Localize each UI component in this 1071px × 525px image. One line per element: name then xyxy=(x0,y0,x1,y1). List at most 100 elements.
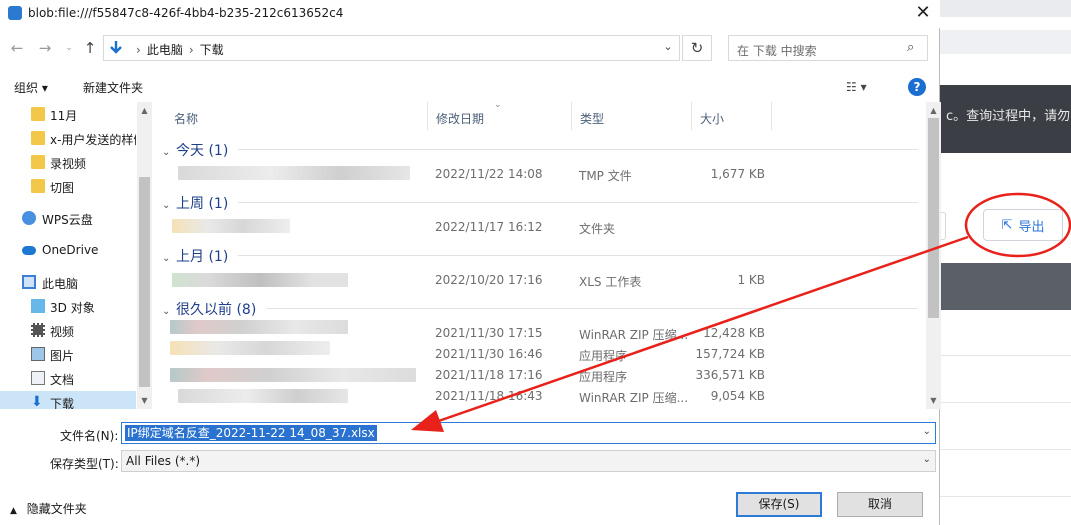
group-divider xyxy=(266,308,918,309)
file-date: 2021/11/30 17:15 xyxy=(435,326,543,340)
column-header-size[interactable]: 大小 xyxy=(692,102,772,130)
share-icon: ⇱ xyxy=(1001,217,1013,233)
nav-item-label: 11月 xyxy=(50,109,78,123)
file-size: 1,677 KB xyxy=(710,167,765,181)
nav-item-videos[interactable]: 视频 xyxy=(0,319,136,343)
bg-row-divider xyxy=(940,449,1071,450)
nav-item-label: 下载 xyxy=(50,397,75,409)
nav-pane-scrollbar[interactable]: ▲ ▼ xyxy=(137,102,152,409)
window-title: blob:file:///f55847c8-426f-4bb4-b235-212… xyxy=(28,6,344,20)
close-icon[interactable]: ✕ xyxy=(908,2,938,26)
column-header-name[interactable]: 名称 xyxy=(166,102,428,130)
group-header-last-month[interactable]: ⌄ 上月 (1) xyxy=(162,246,228,266)
nav-item-downloads[interactable]: ⬇ 下载 xyxy=(0,391,136,409)
scrollbar-thumb[interactable] xyxy=(928,118,939,318)
bg-row-divider xyxy=(940,402,1071,403)
file-date: 2021/11/18 16:43 xyxy=(435,389,543,403)
nav-item-recordings[interactable]: 录视频 xyxy=(0,151,136,175)
save-button[interactable]: 保存(S) xyxy=(736,492,822,517)
recent-locations-icon[interactable]: ⌄ xyxy=(60,38,78,58)
group-header-long-ago[interactable]: ⌄ 很久以前 (8) xyxy=(162,299,256,319)
pictures-icon xyxy=(31,347,45,361)
filename-label: 文件名(N): xyxy=(60,429,119,443)
help-icon[interactable]: ? xyxy=(908,78,926,96)
nav-item-label: 录视频 xyxy=(50,157,87,171)
file-size: 1 KB xyxy=(737,273,765,287)
download-icon: ⬇ xyxy=(31,394,43,409)
nav-item-onedrive[interactable]: OneDrive xyxy=(0,239,136,263)
scroll-down-arrow-icon[interactable]: ▼ xyxy=(928,396,939,405)
forward-arrow-icon[interactable]: → xyxy=(36,38,54,58)
group-label: 上月 (1) xyxy=(176,249,229,265)
nav-item-3d-objects[interactable]: 3D 对象 xyxy=(0,295,136,319)
organize-menu[interactable]: 组织 ▾ xyxy=(14,79,48,96)
blurred-filename xyxy=(172,273,348,287)
nav-item-slices[interactable]: 切图 xyxy=(0,175,136,199)
breadcrumb-downloads[interactable]: 下载 xyxy=(200,43,224,57)
folder-icon xyxy=(31,179,45,193)
group-header-today[interactable]: ⌄ 今天 (1) xyxy=(162,140,228,160)
save-file-dialog: blob:file:///f55847c8-426f-4bb4-b235-212… xyxy=(0,0,941,525)
nav-item-wps-cloud[interactable]: WPS云盘 xyxy=(0,207,136,231)
breadcrumb-this-pc[interactable]: 此电脑 xyxy=(147,43,183,57)
bg-notice-banner: c。查询过程中，请勿 xyxy=(940,85,1071,153)
filetype-select[interactable]: All Files (*.*) ⌄ xyxy=(121,450,936,472)
download-folder-icon xyxy=(110,41,122,54)
export-button[interactable]: ⇱ 导出 xyxy=(983,209,1063,241)
filename-input[interactable]: IP绑定域名反查_2022-11-22 14_08_37.xlsx ⌄ xyxy=(121,422,936,444)
file-size: 12,428 KB xyxy=(703,326,765,340)
nav-item-documents[interactable]: 文档 xyxy=(0,367,136,391)
new-folder-button[interactable]: 新建文件夹 xyxy=(83,79,143,96)
refresh-icon[interactable]: ↻ xyxy=(682,35,712,61)
3d-objects-icon xyxy=(31,299,45,313)
file-list-scrollbar[interactable]: ▲ ▼ xyxy=(926,102,941,409)
nav-item-this-pc[interactable]: 此电脑 xyxy=(0,271,136,295)
nav-item-samples[interactable]: x-用户发送的样例 xyxy=(0,127,136,151)
folder-icon xyxy=(31,155,45,169)
file-date: 2021/11/18 17:16 xyxy=(435,368,543,382)
back-arrow-icon[interactable]: ← xyxy=(8,38,26,58)
cloud-icon xyxy=(22,211,36,225)
chevron-down-icon[interactable]: ⌄ xyxy=(923,426,931,437)
blurred-filename xyxy=(178,389,348,403)
chevron-down-icon[interactable]: ⌄ xyxy=(923,454,931,465)
nav-item-label: 3D 对象 xyxy=(50,301,95,315)
group-label: 今天 (1) xyxy=(176,143,229,159)
chevron-down-icon[interactable]: ⌄ xyxy=(659,40,677,53)
folder-icon xyxy=(31,107,45,121)
nav-item-label: 文档 xyxy=(50,373,75,387)
navigation-bar: ← → ⌄ ↑ › 此电脑 › 下载 ⌄ ↻ 在 下载 中搜索 ⌕ xyxy=(0,30,940,66)
chevron-up-icon: ▲ xyxy=(10,506,17,516)
command-bar: 组织 ▾ 新建文件夹 ☷ ▾ ? xyxy=(0,72,940,100)
filetype-value: All Files (*.*) xyxy=(126,454,201,468)
blurred-filename xyxy=(178,166,410,180)
nav-item-label: 此电脑 xyxy=(42,277,79,291)
navigation-pane: 11月 x-用户发送的样例 录视频 切图 WPS云盘 OneDrive 此电脑 xyxy=(0,102,152,409)
chevron-down-icon: ⌄ xyxy=(162,147,171,158)
view-options-icon[interactable]: ☷ ▾ xyxy=(846,80,867,94)
app-icon xyxy=(8,6,22,20)
breadcrumb: › 此电脑 › 下载 xyxy=(136,43,224,57)
up-arrow-icon[interactable]: ↑ xyxy=(81,38,99,58)
scroll-up-arrow-icon[interactable]: ▲ xyxy=(928,106,939,115)
nav-item-pictures[interactable]: 图片 xyxy=(0,343,136,367)
column-header-type[interactable]: 类型 xyxy=(572,102,692,130)
file-type: TMP 文件 xyxy=(579,169,632,183)
cancel-button[interactable]: 取消 xyxy=(837,492,923,517)
address-bar[interactable]: › 此电脑 › 下载 ⌄ xyxy=(103,35,680,61)
scroll-up-arrow-icon[interactable]: ▲ xyxy=(139,106,150,115)
scroll-down-arrow-icon[interactable]: ▼ xyxy=(139,396,150,405)
group-header-last-week[interactable]: ⌄ 上周 (1) xyxy=(162,193,228,213)
nav-item-label: x-用户发送的样例 xyxy=(50,133,136,147)
chevron-down-icon: ⌄ xyxy=(162,253,171,264)
nav-item-label: 视频 xyxy=(50,325,75,339)
background-page: c。查询过程中，请勿 ⇱ 导出 xyxy=(940,0,1071,525)
file-size: 157,724 KB xyxy=(695,347,765,361)
bg-row-divider xyxy=(940,496,1071,497)
folder-icon xyxy=(31,131,45,145)
search-input[interactable]: 在 下载 中搜索 ⌕ xyxy=(728,35,928,61)
scrollbar-thumb[interactable] xyxy=(139,177,150,387)
hide-folders-toggle[interactable]: ▲ 隐藏文件夹 xyxy=(10,500,87,517)
nav-item-11yue[interactable]: 11月 xyxy=(0,103,136,127)
group-label: 上周 (1) xyxy=(176,196,229,212)
